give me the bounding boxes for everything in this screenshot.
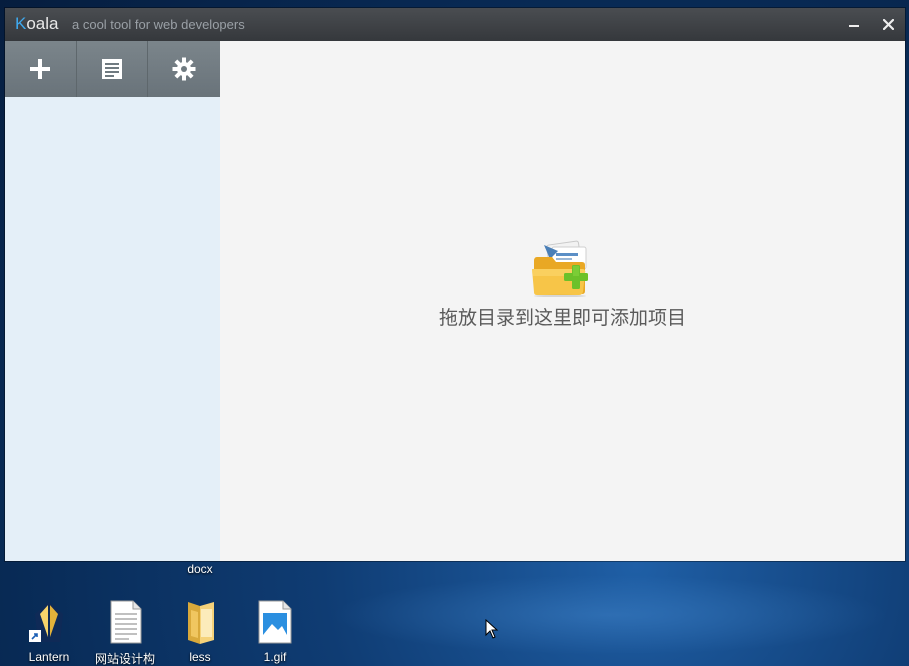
sidebar-toolbar bbox=[5, 41, 220, 97]
desktop-icon-label: Lantern bbox=[28, 650, 70, 664]
koala-window: Koala a cool tool for web developers 拖放目… bbox=[5, 8, 905, 561]
desktop-icon-label: 网站设计构 bbox=[94, 652, 155, 666]
desktop-icon-lantern[interactable]: Lantern bbox=[13, 600, 85, 664]
add-folder-icon bbox=[531, 240, 588, 297]
app-name-initial: K bbox=[15, 14, 27, 33]
settings-button[interactable] bbox=[148, 41, 220, 97]
desktop-icon-partial-label[interactable]: docx bbox=[178, 562, 222, 576]
log-button[interactable] bbox=[76, 41, 149, 97]
project-drop-area[interactable]: 拖放目录到这里即可添加项目 bbox=[220, 41, 905, 561]
minimize-button[interactable] bbox=[843, 13, 865, 35]
app-tagline: a cool tool for web developers bbox=[72, 17, 245, 32]
close-icon bbox=[882, 18, 894, 30]
add-project-button[interactable] bbox=[5, 41, 77, 97]
lantern-icon bbox=[29, 602, 63, 642]
desktop-wallpaper-light bbox=[330, 575, 890, 655]
desktop-icon-gif[interactable]: 1.gif bbox=[239, 600, 311, 664]
document-icon bbox=[110, 600, 142, 644]
mouse-cursor-icon bbox=[485, 619, 499, 639]
gear-icon bbox=[172, 57, 196, 81]
empty-state: 拖放目录到这里即可添加项目 bbox=[220, 239, 905, 330]
close-button[interactable] bbox=[877, 13, 899, 35]
project-sidebar bbox=[5, 41, 220, 561]
minimize-icon bbox=[849, 25, 859, 27]
image-file-icon bbox=[258, 600, 292, 644]
folder-icon bbox=[188, 602, 214, 644]
desktop-icon-label: 1.gif bbox=[263, 650, 287, 664]
desktop-icon-document[interactable]: 网站设计构 bbox=[89, 600, 161, 666]
desktop-icon-folder[interactable]: less bbox=[164, 600, 236, 664]
app-name: Koala bbox=[15, 14, 58, 34]
app-name-rest: oala bbox=[26, 14, 59, 33]
document-icon bbox=[102, 59, 122, 79]
drop-hint-text: 拖放目录到这里即可添加项目 bbox=[438, 307, 686, 329]
desktop-icon-label: less bbox=[189, 650, 211, 664]
title-bar[interactable]: Koala a cool tool for web developers bbox=[5, 8, 905, 41]
add-icon bbox=[30, 59, 51, 79]
